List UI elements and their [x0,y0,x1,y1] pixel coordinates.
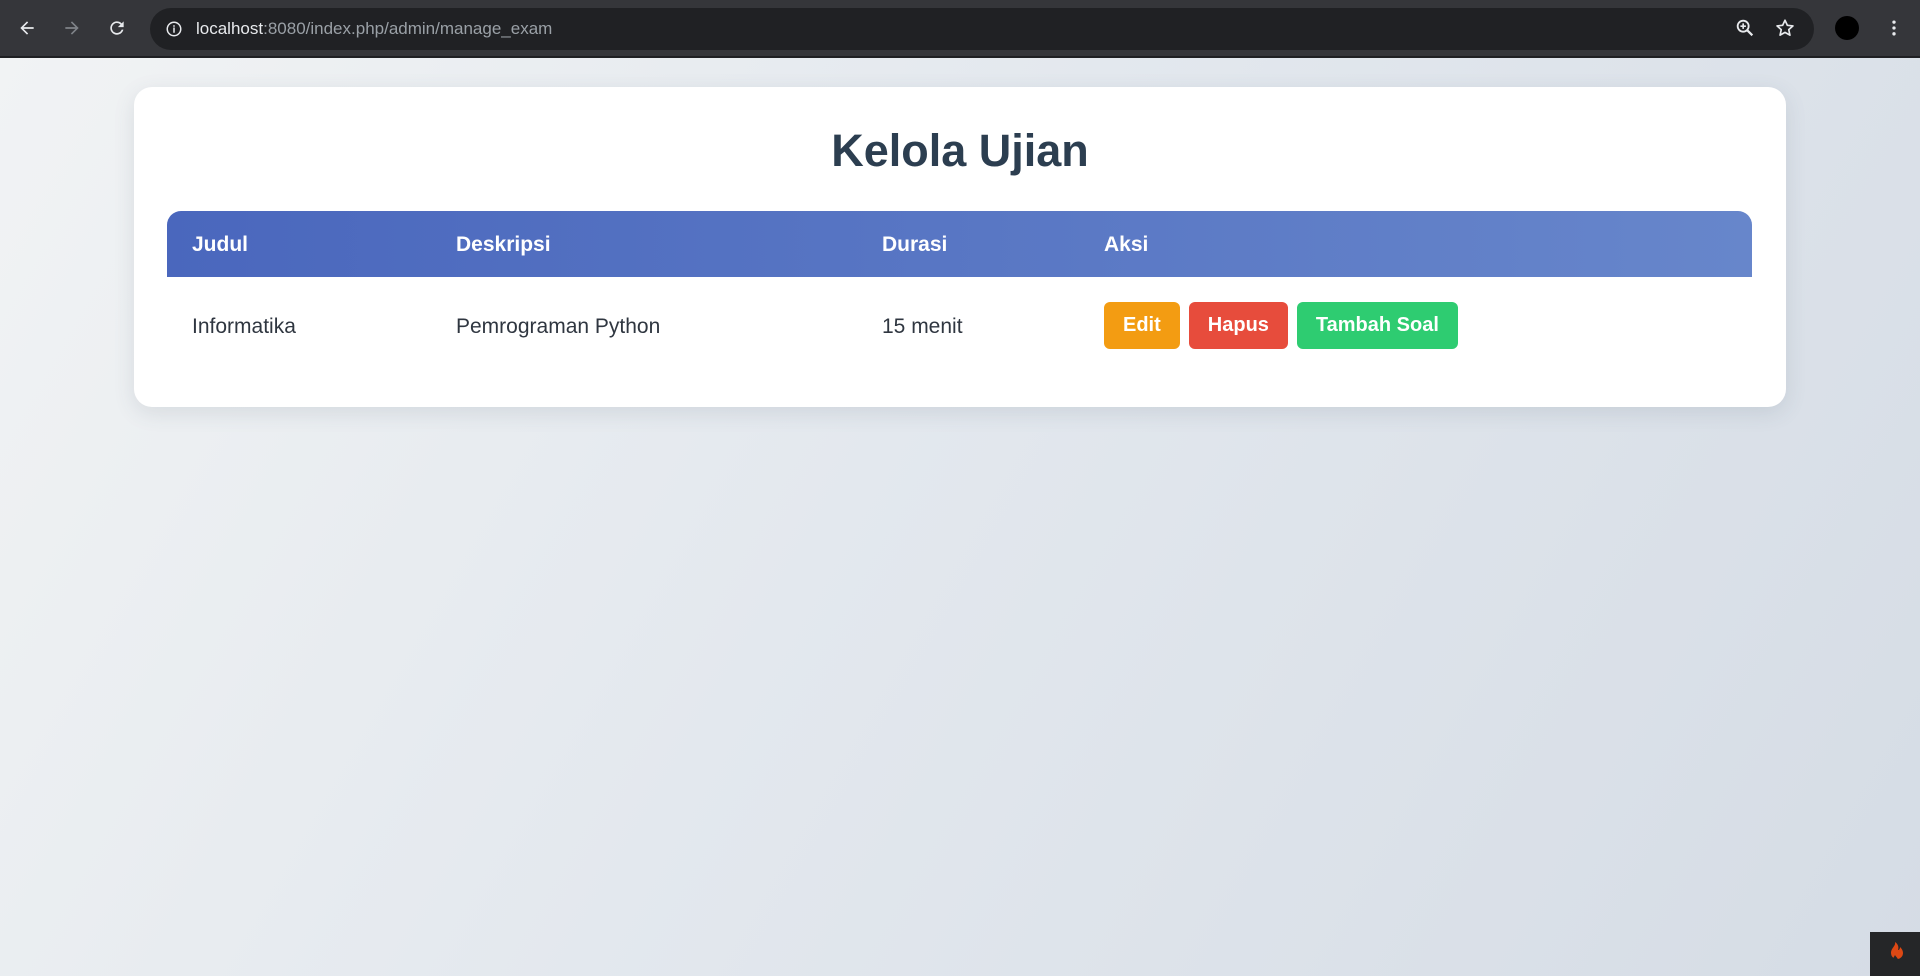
reload-icon [110,21,124,35]
page-viewport: Kelola Ujian Judul Deskripsi Durasi Aksi… [0,58,1920,976]
info-icon [166,21,182,37]
debug-toolbar-button[interactable] [1870,932,1920,976]
header-durasi: Durasi [882,233,948,256]
reload-button[interactable] [100,11,134,45]
star-icon [1776,19,1794,36]
table-row: Informatika Pemrograman Python 15 menit … [167,277,1752,377]
exam-card: Kelola Ujian Judul Deskripsi Durasi Aksi… [134,87,1786,407]
browser-toolbar: localhost:8080/index.php/admin/manage_ex… [0,0,1920,57]
header-aksi: Aksi [1104,233,1149,256]
header-judul: Judul [192,233,248,256]
exam-table: Judul Deskripsi Durasi Aksi Informatika … [167,211,1752,377]
bookmark-button[interactable] [1774,17,1798,41]
arrow-right-icon [65,21,79,35]
browser-menu-button[interactable] [1880,14,1908,42]
back-button[interactable] [10,11,44,45]
cell-durasi: 15 menit [882,315,963,338]
address-bar[interactable]: localhost:8080/index.php/admin/manage_ex… [150,8,1814,50]
cell-judul: Informatika [192,315,296,338]
delete-button[interactable]: Hapus [1188,302,1288,349]
cell-deskripsi: Pemrograman Python [456,315,661,338]
arrow-left-icon [20,21,34,35]
zoom-icon [1736,19,1754,37]
row-actions: Edit Hapus Tambah Soal [1104,302,1458,349]
profile-avatar[interactable] [1835,16,1859,40]
header-deskripsi: Deskripsi [456,233,551,256]
url-path: :8080/index.php/admin/manage_exam [263,19,553,38]
forward-button[interactable] [55,11,89,45]
flame-icon [1891,942,1903,963]
edit-button[interactable]: Edit [1104,302,1180,349]
page-title: Kelola Ujian [831,125,1089,176]
kebab-menu-icon [1892,20,1896,36]
add-question-button[interactable]: Tambah Soal [1296,302,1458,349]
table-header: Judul Deskripsi Durasi Aksi [167,211,1752,277]
site-info-button[interactable] [160,15,188,43]
zoom-button[interactable] [1734,17,1758,41]
url-text[interactable]: localhost:8080/index.php/admin/manage_ex… [196,19,552,39]
url-host: localhost [196,19,264,38]
